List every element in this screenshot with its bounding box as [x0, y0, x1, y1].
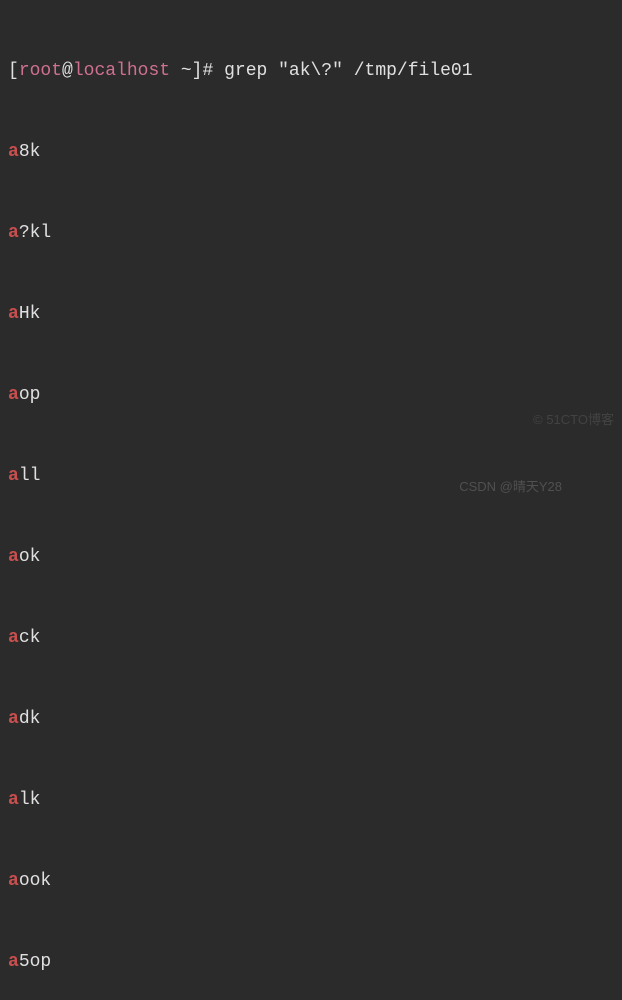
prompt-host: localhost [73, 61, 170, 81]
output-rest: ?kl [19, 223, 51, 243]
output-rest: ck [19, 628, 41, 648]
prompt-line-1: [root@localhost ~]# grep "ak\?" /tmp/fil… [8, 58, 614, 85]
output-line: a5op [8, 949, 614, 976]
output-rest: op [19, 385, 41, 405]
output-line: aHk [8, 301, 614, 328]
output-line: a?kl [8, 220, 614, 247]
prompt-user: root [19, 61, 62, 81]
prompt-path: ~ [170, 61, 192, 81]
output-line: ack [8, 625, 614, 652]
watermark-right: © 51CTO博客 [533, 410, 614, 430]
grep-match: a [8, 952, 19, 972]
output-line: alk [8, 787, 614, 814]
output-rest: ook [19, 871, 51, 891]
terminal-output: [root@localhost ~]# grep "ak\?" /tmp/fil… [8, 4, 614, 1000]
prompt-at: @ [62, 61, 73, 81]
output-line: a8k [8, 139, 614, 166]
output-rest: Hk [19, 304, 41, 324]
grep-match: a [8, 547, 19, 567]
output-line: aop [8, 382, 614, 409]
output-rest: ok [19, 547, 41, 567]
output-rest: 8k [19, 142, 41, 162]
output-line: aok [8, 544, 614, 571]
command-1: grep "ak\?" /tmp/file01 [224, 61, 472, 81]
output-rest: dk [19, 709, 41, 729]
grep-match: a [8, 142, 19, 162]
grep-match: a [8, 790, 19, 810]
output-line: adk [8, 706, 614, 733]
grep-match: a [8, 628, 19, 648]
output-line: aook [8, 868, 614, 895]
grep-match: a [8, 223, 19, 243]
bracket-open: [ [8, 61, 19, 81]
watermark-bottom: CSDN @晴天Y28 [459, 477, 562, 497]
bracket-close: ] [192, 61, 203, 81]
prompt-hash: # [202, 61, 224, 81]
grep-match: a [8, 871, 19, 891]
grep-match: a [8, 466, 19, 486]
output-rest: 5op [19, 952, 51, 972]
grep-match: a [8, 304, 19, 324]
output-rest: lk [19, 790, 41, 810]
grep-match: a [8, 385, 19, 405]
grep-match: a [8, 709, 19, 729]
output-rest: ll [19, 466, 41, 486]
